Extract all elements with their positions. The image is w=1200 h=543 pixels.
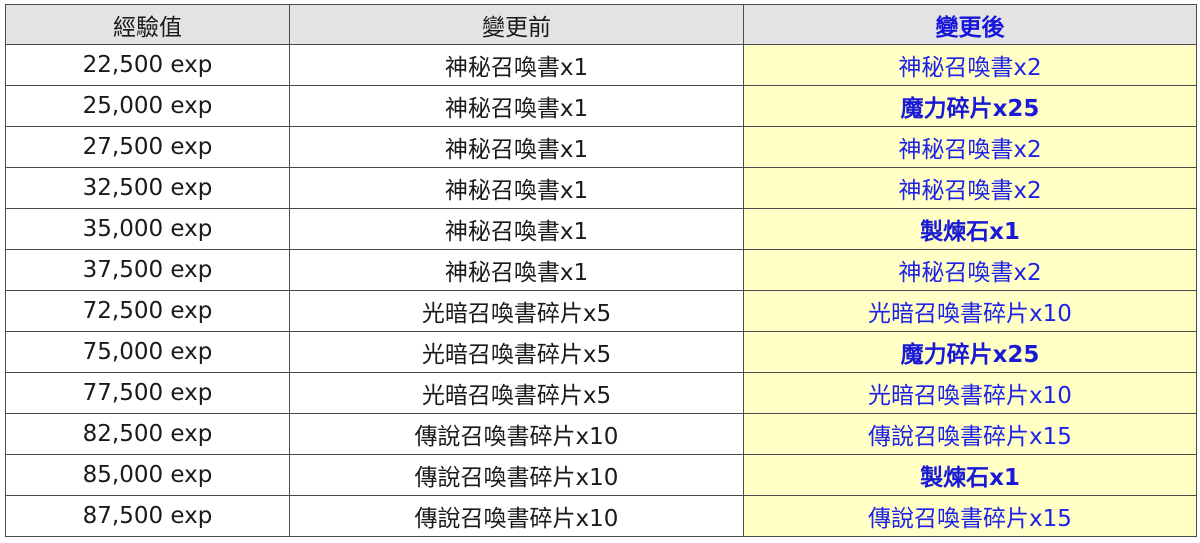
header-exp: 經驗值 xyxy=(5,4,290,45)
reward-change-table: 經驗值 變更前 變更後 22,500 exp 神秘召喚書x1 神秘召喚書x2 25,0… xyxy=(5,4,1197,537)
table-row: 22,500 exp 神秘召喚書x1 神秘召喚書x2 xyxy=(5,44,1197,86)
after-cell: 製煉石x1 xyxy=(743,454,1197,496)
before-cell: 神秘召喚書x1 xyxy=(289,249,744,291)
exp-cell: 72,500 exp xyxy=(5,290,290,332)
after-cell: 傳說召喚書碎片x15 xyxy=(743,495,1197,537)
before-cell: 傳說召喚書碎片x10 xyxy=(289,413,744,455)
before-cell: 傳說召喚書碎片x10 xyxy=(289,454,744,496)
exp-cell: 87,500 exp xyxy=(5,495,290,537)
before-cell: 神秘召喚書x1 xyxy=(289,126,744,168)
after-cell: 神秘召喚書x2 xyxy=(743,126,1197,168)
after-cell: 製煉石x1 xyxy=(743,208,1197,250)
after-cell: 光暗召喚書碎片x10 xyxy=(743,290,1197,332)
exp-cell: 37,500 exp xyxy=(5,249,290,291)
after-cell: 神秘召喚書x2 xyxy=(743,167,1197,209)
before-cell: 神秘召喚書x1 xyxy=(289,85,744,127)
header-row: 經驗值 變更前 變更後 xyxy=(5,4,1197,45)
before-cell: 傳說召喚書碎片x10 xyxy=(289,495,744,537)
before-cell: 光暗召喚書碎片x5 xyxy=(289,290,744,332)
after-cell: 光暗召喚書碎片x10 xyxy=(743,372,1197,414)
before-cell: 神秘召喚書x1 xyxy=(289,208,744,250)
after-cell: 神秘召喚書x2 xyxy=(743,249,1197,291)
exp-cell: 27,500 exp xyxy=(5,126,290,168)
table-row: 37,500 exp 神秘召喚書x1 神秘召喚書x2 xyxy=(5,249,1197,291)
reward-change-table-container: 經驗值 變更前 變更後 22,500 exp 神秘召喚書x1 神秘召喚書x2 25,0… xyxy=(5,4,1197,537)
exp-cell: 85,000 exp xyxy=(5,454,290,496)
before-cell: 神秘召喚書x1 xyxy=(289,167,744,209)
table-row: 32,500 exp 神秘召喚書x1 神秘召喚書x2 xyxy=(5,167,1197,209)
table-header: 經驗值 變更前 變更後 xyxy=(5,4,1197,45)
exp-cell: 35,000 exp xyxy=(5,208,290,250)
before-cell: 光暗召喚書碎片x5 xyxy=(289,331,744,373)
header-before: 變更前 xyxy=(289,4,744,45)
exp-cell: 82,500 exp xyxy=(5,413,290,455)
exp-cell: 32,500 exp xyxy=(5,167,290,209)
exp-cell: 77,500 exp xyxy=(5,372,290,414)
after-cell: 魔力碎片x25 xyxy=(743,331,1197,373)
table-row: 85,000 exp 傳說召喚書碎片x10 製煉石x1 xyxy=(5,454,1197,496)
before-cell: 光暗召喚書碎片x5 xyxy=(289,372,744,414)
table-row: 25,000 exp 神秘召喚書x1 魔力碎片x25 xyxy=(5,85,1197,127)
exp-cell: 75,000 exp xyxy=(5,331,290,373)
table-row: 82,500 exp 傳說召喚書碎片x10 傳說召喚書碎片x15 xyxy=(5,413,1197,455)
after-cell: 傳說召喚書碎片x15 xyxy=(743,413,1197,455)
table-row: 77,500 exp 光暗召喚書碎片x5 光暗召喚書碎片x10 xyxy=(5,372,1197,414)
table-row: 75,000 exp 光暗召喚書碎片x5 魔力碎片x25 xyxy=(5,331,1197,373)
table-row: 72,500 exp 光暗召喚書碎片x5 光暗召喚書碎片x10 xyxy=(5,290,1197,332)
exp-cell: 25,000 exp xyxy=(5,85,290,127)
header-after: 變更後 xyxy=(743,4,1197,45)
exp-cell: 22,500 exp xyxy=(5,44,290,86)
table-row: 87,500 exp 傳說召喚書碎片x10 傳說召喚書碎片x15 xyxy=(5,495,1197,537)
after-cell: 神秘召喚書x2 xyxy=(743,44,1197,86)
table-row: 27,500 exp 神秘召喚書x1 神秘召喚書x2 xyxy=(5,126,1197,168)
after-cell: 魔力碎片x25 xyxy=(743,85,1197,127)
before-cell: 神秘召喚書x1 xyxy=(289,44,744,86)
table-row: 35,000 exp 神秘召喚書x1 製煉石x1 xyxy=(5,208,1197,250)
table-body: 22,500 exp 神秘召喚書x1 神秘召喚書x2 25,000 exp 神秘召喚書x… xyxy=(5,44,1197,537)
